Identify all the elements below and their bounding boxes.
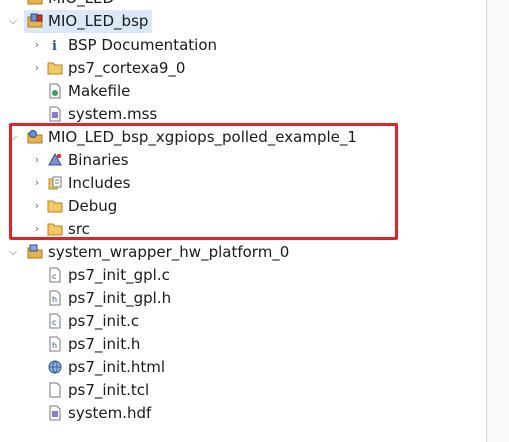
h-file-icon: h bbox=[47, 290, 63, 306]
tree-item-label: system.mss bbox=[68, 105, 158, 123]
h-file-icon: h bbox=[47, 336, 63, 352]
tree-item-ps7-cortexa9[interactable]: › ps7_cortexa9_0 bbox=[0, 57, 486, 80]
bsp-project-icon bbox=[27, 13, 43, 29]
tree-item-bsp-documentation[interactable]: › i BSP Documentation bbox=[0, 34, 486, 57]
svg-text:c: c bbox=[52, 318, 56, 327]
tree-item-mio-led[interactable]: MIO_LED bbox=[0, 0, 486, 10]
tree-item-label: Makefile bbox=[68, 82, 131, 100]
adjacent-pane bbox=[487, 0, 509, 442]
tree-item-label: ps7_init_gpl.h bbox=[68, 289, 172, 307]
tree-item-label: ps7_init.tcl bbox=[68, 381, 150, 399]
tree-item-label: system_wrapper_hw_platform_0 bbox=[48, 243, 290, 261]
tree-item-label: ps7_init.html bbox=[68, 358, 166, 376]
tree-item-mio-led-bsp[interactable]: ⌵ MIO_LED_bsp bbox=[0, 10, 486, 33]
tree-item-ps7-init-tcl[interactable]: ps7_init.tcl bbox=[0, 379, 486, 402]
highlight-box bbox=[9, 123, 398, 240]
chevron-down-icon[interactable]: ⌵ bbox=[8, 14, 18, 28]
tree-item-ps7-init-h[interactable]: h ps7_init.h bbox=[0, 333, 486, 356]
html-file-icon bbox=[47, 359, 63, 375]
svg-text:h: h bbox=[52, 341, 57, 350]
tree-item-ps7-init-gpl-c[interactable]: c ps7_init_gpl.c bbox=[0, 264, 486, 287]
tree-item-label: system.hdf bbox=[68, 404, 152, 422]
svg-text:h: h bbox=[52, 295, 57, 304]
tree-item-ps7-init-html[interactable]: ps7_init.html bbox=[0, 356, 486, 379]
chevron-right-icon[interactable]: › bbox=[32, 38, 42, 52]
tree-item-hw-platform[interactable]: ⌵ system_wrapper_hw_platform_0 bbox=[0, 241, 486, 264]
c-file-icon: c bbox=[47, 313, 63, 329]
mss-file-icon bbox=[47, 106, 63, 122]
svg-text:c: c bbox=[52, 272, 56, 281]
tree-item-label: ps7_init.h bbox=[68, 335, 141, 353]
makefile-icon bbox=[47, 83, 63, 99]
project-explorer-tree: MIO_LED ⌵ MIO_LED_bsp › i BSP Documentat… bbox=[0, 0, 486, 442]
svg-text:i: i bbox=[52, 39, 57, 53]
folder-icon bbox=[47, 60, 63, 76]
tree-item-ps7-init-gpl-h[interactable]: h ps7_init_gpl.h bbox=[0, 287, 486, 310]
tree-item-label: MIO_LED bbox=[48, 0, 114, 8]
chevron-right-icon[interactable]: › bbox=[32, 61, 42, 75]
info-icon: i bbox=[47, 37, 63, 53]
tree-item-ps7-init-c[interactable]: c ps7_init.c bbox=[0, 310, 486, 333]
tree-item-label: MIO_LED_bsp bbox=[48, 12, 149, 30]
tree-item-makefile[interactable]: Makefile bbox=[0, 80, 486, 103]
tree-item-label: ps7_cortexa9_0 bbox=[68, 59, 186, 77]
tree-item-label: BSP Documentation bbox=[68, 36, 217, 54]
tree-item-label: ps7_init_gpl.c bbox=[68, 266, 170, 284]
file-icon bbox=[47, 382, 63, 398]
hdf-file-icon bbox=[47, 405, 63, 421]
tree-item-system-hdf[interactable]: system.hdf bbox=[0, 402, 486, 425]
chevron-down-icon[interactable]: ⌵ bbox=[8, 245, 18, 259]
c-file-icon: c bbox=[47, 267, 63, 283]
hw-platform-icon bbox=[27, 244, 43, 260]
project-folder-icon bbox=[27, 0, 43, 6]
tree-item-label: ps7_init.c bbox=[68, 312, 140, 330]
